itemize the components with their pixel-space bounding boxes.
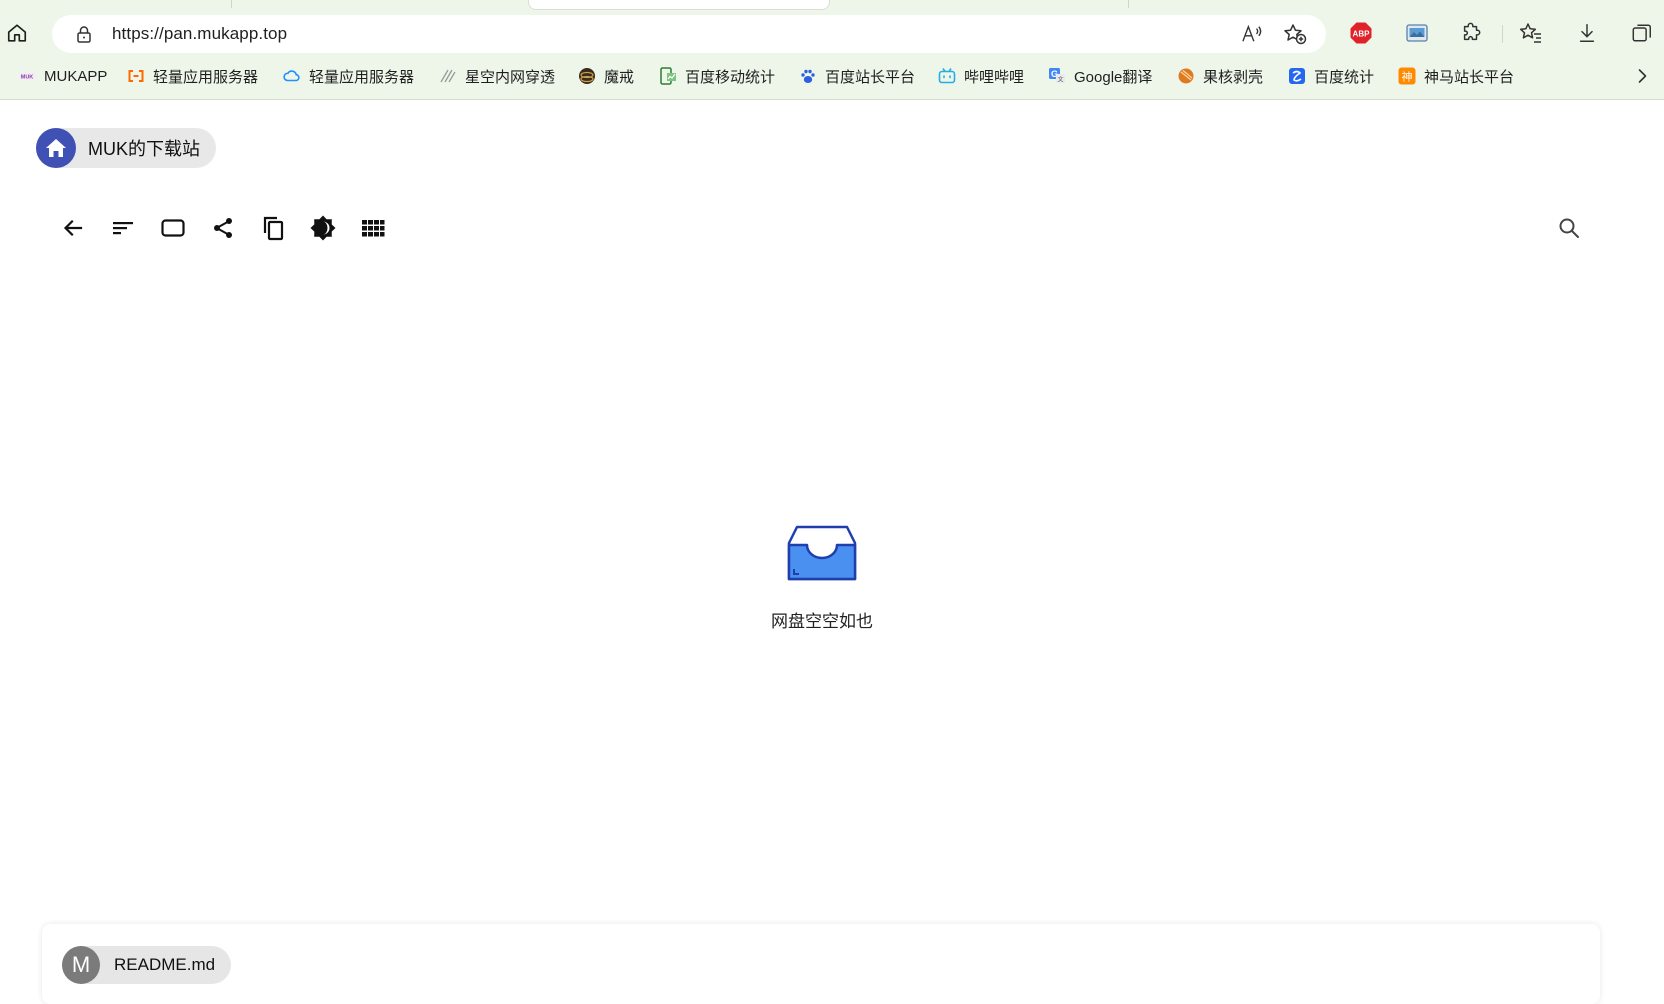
theme-icon bbox=[310, 215, 336, 241]
sort-icon bbox=[113, 222, 133, 235]
chevron-right-icon[interactable] bbox=[1632, 66, 1652, 86]
read-aloud-icon bbox=[1242, 24, 1262, 42]
baidu-paw-favicon bbox=[799, 67, 817, 85]
page-content: MUK的下载站 网盘空空如也 M README.md bbox=[0, 100, 1664, 1004]
mobile-stats-favicon bbox=[659, 67, 677, 85]
back-icon bbox=[63, 219, 83, 237]
bookmark-bilibili[interactable]: 哔哩哔哩 bbox=[938, 65, 1024, 87]
bookmark-label: 星空内网穿透 bbox=[465, 68, 556, 86]
ring-favicon bbox=[578, 67, 596, 85]
bookmark-label: 哔哩哔哩 bbox=[964, 68, 1025, 86]
grid-view-button[interactable] bbox=[358, 213, 388, 243]
guohe-favicon bbox=[1177, 67, 1195, 85]
bookmark-label: 百度统计 bbox=[1314, 68, 1375, 86]
sort-button[interactable] bbox=[108, 213, 138, 243]
select-button[interactable] bbox=[158, 213, 188, 243]
bookmark-aliyun-server[interactable]: 轻量应用服务器 bbox=[127, 65, 258, 87]
readme-file-chip[interactable]: M README.md bbox=[62, 946, 232, 984]
url-text[interactable]: https://pan.mukapp.top bbox=[112, 24, 287, 44]
bookmark-mukapp[interactable]: MUK MUKAPP bbox=[18, 65, 107, 87]
bookmark-label: 轻量应用服务器 bbox=[309, 68, 415, 86]
lock-icon[interactable] bbox=[74, 24, 94, 44]
bookmark-xingkong[interactable]: 星空内网穿透 bbox=[439, 65, 555, 87]
home-icon bbox=[46, 139, 66, 157]
active-tab[interactable] bbox=[528, 0, 830, 10]
share-button[interactable] bbox=[208, 213, 238, 243]
readme-card: M README.md bbox=[42, 924, 1600, 1004]
downloads-button[interactable] bbox=[1574, 20, 1600, 46]
bookmark-label: 百度移动统计 bbox=[685, 68, 776, 86]
readme-filename: README.md bbox=[114, 955, 216, 974]
mukapp-favicon: MUK bbox=[18, 67, 36, 85]
empty-tray-icon bbox=[787, 525, 857, 581]
collections-button[interactable] bbox=[1629, 20, 1655, 46]
site-avatar bbox=[36, 128, 76, 168]
bookmark-label: 果核剥壳 bbox=[1203, 68, 1264, 86]
share-icon bbox=[214, 218, 232, 238]
bookmark-cloud-server[interactable]: 轻量应用服务器 bbox=[283, 65, 414, 87]
bookmark-guohe[interactable]: 果核剥壳 bbox=[1177, 65, 1263, 87]
bookmark-label: 百度站长平台 bbox=[825, 68, 916, 86]
copy-icon bbox=[263, 216, 284, 241]
site-title: MUK的下载站 bbox=[88, 139, 200, 159]
bilibili-favicon bbox=[938, 67, 956, 85]
back-button[interactable] bbox=[58, 213, 88, 243]
bookmark-label: 魔戒 bbox=[604, 68, 635, 86]
search-icon bbox=[1559, 218, 1579, 238]
site-title-chip[interactable]: MUK的下载站 bbox=[36, 128, 216, 168]
bookmark-shenma[interactable]: 神 神马站长平台 bbox=[1398, 65, 1514, 87]
extensions-icon bbox=[1463, 22, 1481, 41]
tab-separator bbox=[1128, 0, 1129, 8]
favorites-button[interactable] bbox=[1518, 20, 1544, 46]
cloud-favicon bbox=[283, 67, 301, 85]
bookmark-baidu-mobile-stats[interactable]: 百度移动统计 bbox=[659, 65, 775, 87]
star-favicon bbox=[439, 67, 457, 85]
select-icon bbox=[161, 219, 185, 237]
bookmark-mojie[interactable]: 魔戒 bbox=[578, 65, 634, 87]
theme-button[interactable] bbox=[308, 213, 338, 243]
favorites-icon bbox=[1519, 23, 1541, 43]
shenma-favicon: 神 bbox=[1398, 67, 1416, 85]
svg-text:文: 文 bbox=[1057, 76, 1063, 84]
abp-label: ABP bbox=[1353, 30, 1371, 39]
baidu-stats-favicon bbox=[1288, 67, 1306, 85]
downloads-icon bbox=[1579, 24, 1595, 42]
shenma-glyph: 神 bbox=[1402, 70, 1413, 84]
image-extension-icon bbox=[1406, 24, 1428, 42]
bookmark-google-translate[interactable]: G文 Google翻译 bbox=[1048, 65, 1152, 87]
google-translate-favicon: G文 bbox=[1048, 67, 1066, 85]
add-favorite-icon bbox=[1284, 24, 1307, 45]
bookmark-baidu-webmaster[interactable]: 百度站长平台 bbox=[799, 65, 915, 87]
toolbar-divider bbox=[1502, 25, 1503, 43]
add-favorite-button[interactable] bbox=[1283, 23, 1307, 45]
home-icon bbox=[7, 24, 27, 42]
browser-chrome: https://pan.mukapp.top ABP MUK MUKAPP 轻量… bbox=[0, 0, 1664, 100]
bookmark-label: 轻量应用服务器 bbox=[153, 68, 259, 86]
adblock-plus-icon: ABP bbox=[1350, 22, 1372, 44]
bookmark-label: MUKAPP bbox=[44, 67, 108, 85]
search-button[interactable] bbox=[1554, 213, 1584, 243]
readme-avatar: M bbox=[62, 946, 100, 984]
address-bar[interactable]: https://pan.mukapp.top bbox=[52, 15, 1326, 53]
svg-text:MUK: MUK bbox=[21, 75, 34, 81]
bookmarks-bar: MUK MUKAPP 轻量应用服务器 轻量应用服务器 星空内网穿透 魔戒 百度移… bbox=[0, 64, 1664, 88]
image-extension-button[interactable] bbox=[1404, 20, 1430, 46]
empty-state: 网盘空空如也 bbox=[0, 525, 1644, 632]
read-aloud-button[interactable] bbox=[1240, 23, 1264, 45]
adblock-plus-button[interactable]: ABP bbox=[1348, 20, 1374, 46]
grid-view-icon bbox=[362, 220, 385, 237]
home-button[interactable] bbox=[4, 20, 30, 46]
empty-state-text: 网盘空空如也 bbox=[771, 612, 873, 631]
aliyun-favicon bbox=[127, 67, 145, 85]
tab-separator bbox=[231, 0, 232, 8]
copy-button[interactable] bbox=[258, 213, 288, 243]
collections-icon bbox=[1632, 24, 1651, 42]
extensions-button[interactable] bbox=[1458, 20, 1484, 46]
bookmark-label: Google翻译 bbox=[1074, 68, 1153, 86]
bookmark-label: 神马站长平台 bbox=[1424, 68, 1515, 86]
bookmark-baidu-stats[interactable]: 百度统计 bbox=[1288, 65, 1374, 87]
